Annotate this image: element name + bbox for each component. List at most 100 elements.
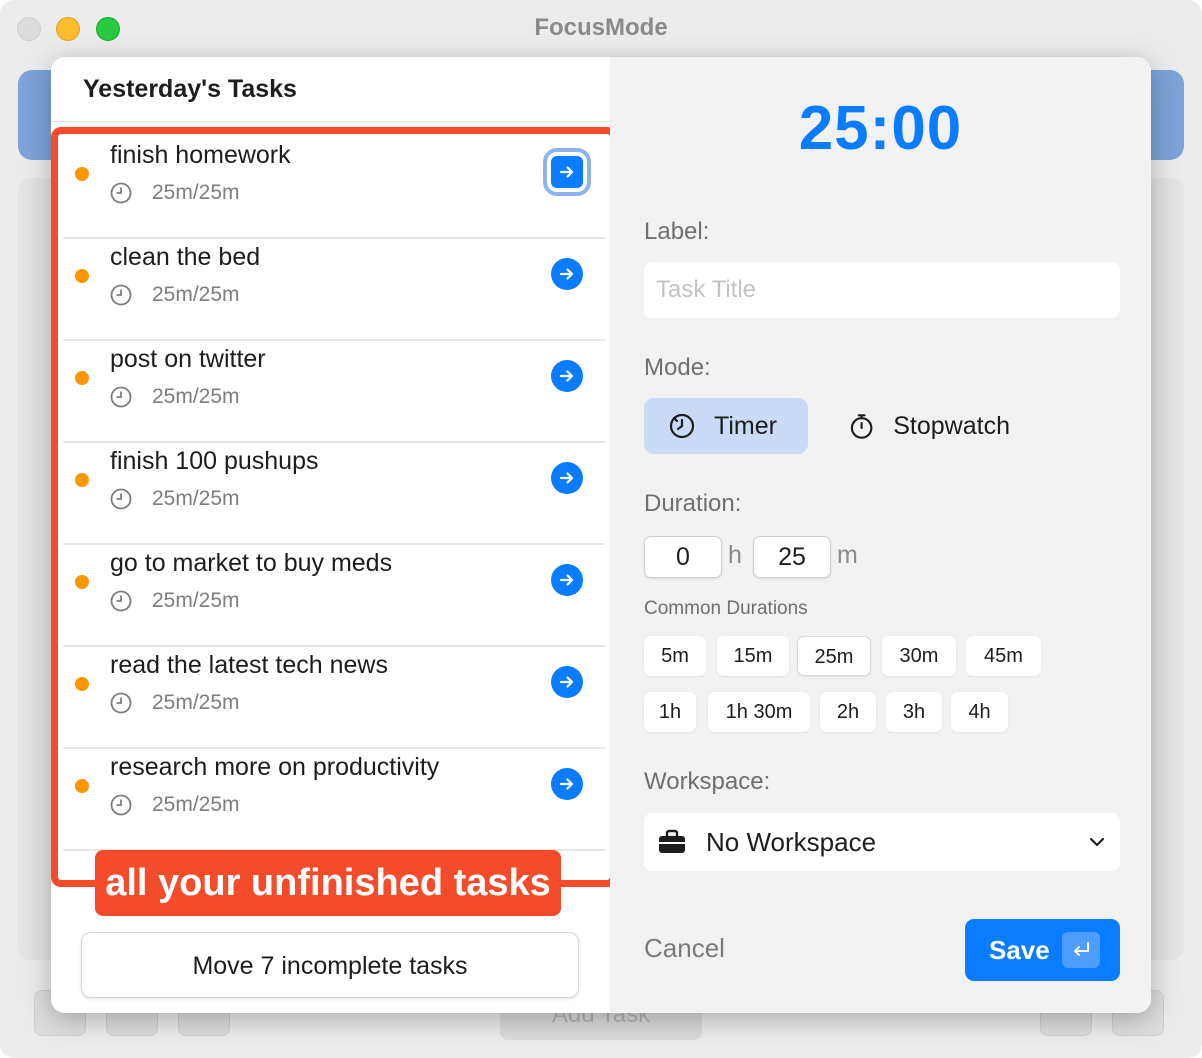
timer-mode-button[interactable]: Timer [644, 398, 808, 454]
task-progress: 25m/25m [152, 691, 240, 714]
annotation-callout: all your unfinished tasks [95, 850, 561, 916]
status-dot [75, 371, 89, 385]
stopwatch-mode-button[interactable]: Stopwatch [824, 398, 1034, 454]
move-task-button[interactable] [551, 564, 583, 596]
duration-chip-30m[interactable]: 30m [882, 636, 956, 676]
duration-chip-5m[interactable]: 5m [644, 636, 706, 676]
duration-chip-15m[interactable]: 15m [717, 636, 789, 676]
move-task-button[interactable] [551, 462, 583, 494]
window-title: FocusMode [534, 14, 668, 41]
task-form-panel: 25:00 Label: Mode: Timer Stopwatch Durat… [610, 57, 1151, 1013]
duration-chip-45m[interactable]: 45m [966, 636, 1041, 676]
duration-chip-25m[interactable]: 25m [797, 636, 871, 676]
arrow-right-icon [559, 370, 574, 382]
timer-display: 25:00 [798, 94, 963, 163]
task-row: go to market to buy meds 25m/25m [63, 545, 605, 647]
hours-unit: h [728, 541, 742, 569]
task-meta: 25m/25m [110, 181, 240, 205]
status-dot [75, 575, 89, 589]
task-meta: 25m/25m [110, 385, 240, 409]
task-meta: 25m/25m [110, 487, 240, 511]
task-progress: 25m/25m [152, 385, 240, 408]
task-progress: 25m/25m [152, 181, 240, 204]
workspace-heading: Workspace: [644, 768, 771, 795]
move-task-button[interactable] [551, 360, 583, 392]
duration-chip-1h-30m[interactable]: 1h 30m [708, 692, 810, 732]
minutes-unit: m [837, 541, 858, 569]
arrow-right-icon [559, 676, 574, 688]
save-label: Save [989, 934, 1050, 965]
task-row: read the latest tech news 25m/25m [63, 647, 605, 749]
move-task-button[interactable] [551, 768, 583, 800]
status-dot [75, 167, 89, 181]
stopwatch-mode-label: Stopwatch [893, 411, 1010, 440]
arrow-right-icon [559, 166, 574, 178]
arrow-right-icon [559, 574, 574, 586]
task-row: clean the bed 25m/25m [63, 239, 605, 341]
mode-heading: Mode: [644, 354, 711, 381]
workspace-value: No Workspace [706, 826, 877, 857]
arrow-right-icon [559, 472, 574, 484]
clock-icon [110, 182, 132, 204]
clock-icon [110, 386, 132, 408]
clock-icon [110, 692, 132, 714]
task-meta: 25m/25m [110, 691, 240, 715]
task-meta: 25m/25m [110, 283, 240, 307]
return-key-icon [1061, 932, 1100, 968]
new-task-sheet: Yesterday's Tasks finish homework 25m/25… [51, 57, 1151, 1013]
move-task-button[interactable] [551, 258, 583, 290]
move-task-button[interactable] [551, 666, 583, 698]
duration-heading: Duration: [644, 490, 742, 517]
clock-icon [110, 590, 132, 612]
divider [51, 121, 610, 122]
task-name: post on twitter [110, 345, 266, 373]
duration-chip-3h[interactable]: 3h [886, 692, 942, 732]
task-row: research more on productivity 25m/25m [63, 749, 605, 851]
task-progress: 25m/25m [152, 793, 240, 816]
task-title-input[interactable] [644, 262, 1120, 318]
arrow-right-icon [559, 778, 574, 790]
task-progress: 25m/25m [152, 283, 240, 306]
task-name: research more on productivity [110, 753, 440, 781]
task-name: read the latest tech news [110, 651, 388, 679]
task-row: finish homework 25m/25m [63, 137, 605, 239]
timer-mode-label: Timer [714, 411, 777, 440]
label-heading: Label: [644, 218, 710, 245]
clock-icon [110, 284, 132, 306]
panel-title: Yesterday's Tasks [83, 75, 297, 103]
yesterday-tasks-panel: Yesterday's Tasks finish homework 25m/25… [51, 57, 617, 1013]
briefcase-icon [659, 829, 685, 853]
status-dot [75, 779, 89, 793]
move-task-button[interactable] [543, 148, 591, 196]
cancel-button[interactable]: Cancel [644, 933, 725, 964]
minutes-input[interactable]: 25 [753, 536, 831, 578]
task-meta: 25m/25m [110, 589, 240, 613]
status-dot [75, 473, 89, 487]
app-window: FocusMode Add Task Yesterday's Tasks fin… [0, 0, 1202, 1058]
hours-input[interactable]: 0 [644, 536, 722, 578]
duration-chip-1h[interactable]: 1h [644, 692, 696, 732]
duration-chip-4h[interactable]: 4h [951, 692, 1008, 732]
timer-icon [669, 413, 695, 439]
task-meta: 25m/25m [110, 793, 240, 817]
workspace-select[interactable]: No Workspace [644, 813, 1120, 871]
move-incomplete-tasks-button[interactable]: Move 7 incomplete tasks [81, 932, 579, 998]
task-name: go to market to buy meds [110, 549, 393, 577]
clock-icon [110, 794, 132, 816]
chevron-down-icon [1089, 837, 1105, 847]
task-name: finish 100 pushups [110, 447, 319, 475]
task-row: post on twitter 25m/25m [63, 341, 605, 443]
status-dot [75, 269, 89, 283]
status-dot [75, 677, 89, 691]
title-bar: FocusMode [0, 0, 1202, 56]
task-progress: 25m/25m [152, 487, 240, 510]
duration-chip-2h[interactable]: 2h [820, 692, 876, 732]
save-button[interactable]: Save [965, 919, 1120, 981]
clock-icon [110, 488, 132, 510]
common-durations-heading: Common Durations [644, 598, 808, 619]
task-name: finish homework [110, 141, 291, 169]
task-name: clean the bed [110, 243, 261, 271]
task-list: finish homework 25m/25m clean the bed 25… [63, 137, 605, 851]
task-row: finish 100 pushups 25m/25m [63, 443, 605, 545]
task-progress: 25m/25m [152, 589, 240, 612]
